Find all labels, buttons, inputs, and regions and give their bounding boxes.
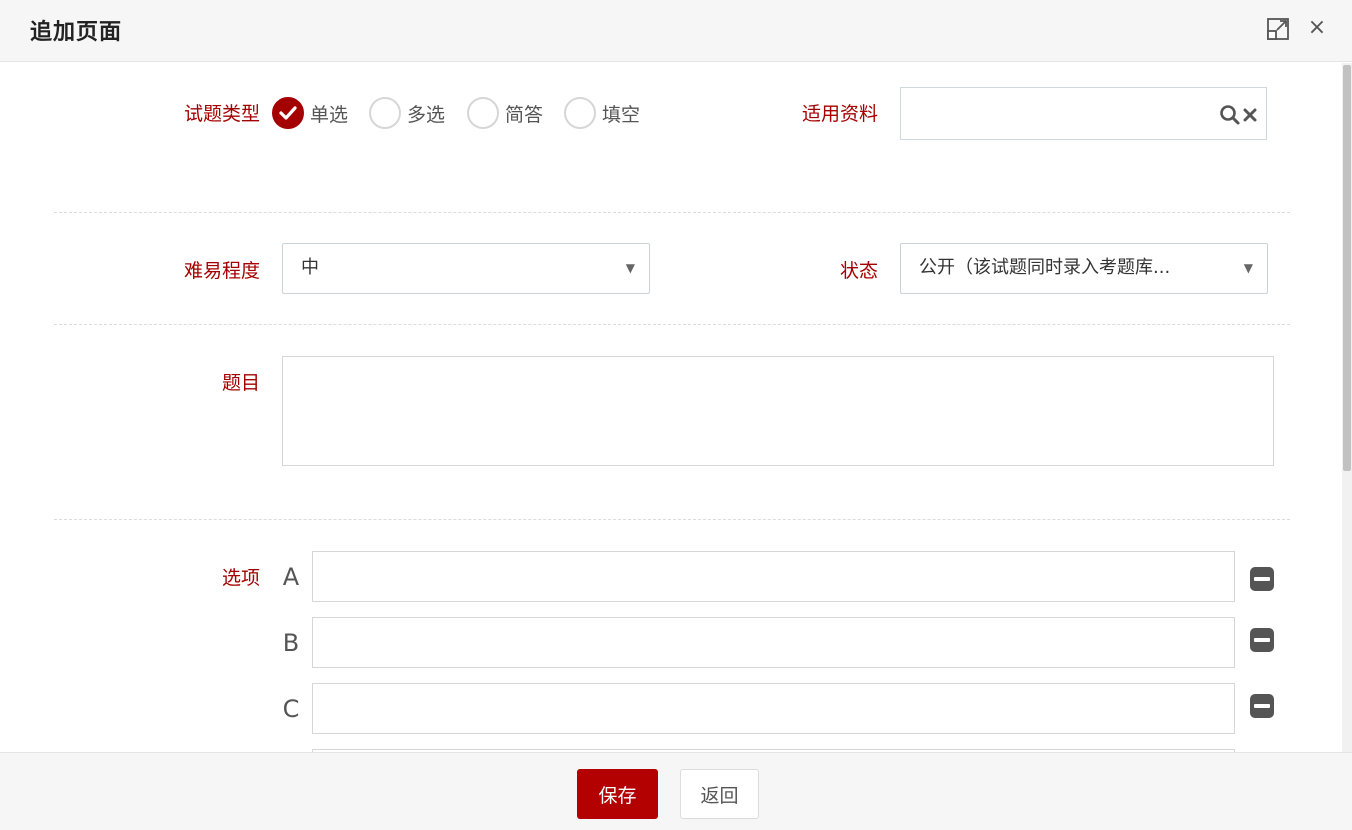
option-c-input[interactable] (312, 683, 1235, 734)
difficulty-value: 中 (301, 257, 319, 278)
radio-label: 简答 (505, 103, 544, 126)
status-label: 状态 (839, 260, 878, 282)
remove-option-a-icon[interactable] (1250, 567, 1274, 591)
dropdown-arrow-icon: ▼ (625, 261, 635, 275)
option-letter: B (282, 629, 300, 657)
radio-circle (369, 97, 401, 129)
difficulty-label: 难易程度 (183, 260, 260, 282)
material-label: 适用资料 (801, 103, 878, 125)
radio-fill-blank[interactable]: 填空 (564, 97, 640, 129)
row-divider (54, 324, 1290, 325)
dialog-header: 追加页面 × (0, 0, 1352, 62)
remove-option-c-icon[interactable] (1250, 694, 1274, 718)
dropdown-arrow-icon: ▼ (1243, 261, 1253, 275)
radio-multiple-choice[interactable]: 多选 (369, 97, 445, 129)
dialog-footer: 保存 返回 (0, 752, 1352, 830)
question-textarea[interactable] (282, 356, 1274, 466)
option-letter: C (282, 695, 300, 723)
radio-circle (564, 97, 596, 129)
search-icon[interactable] (1219, 104, 1241, 130)
content-scrollbar[interactable] (1342, 63, 1352, 752)
dialog-content: 试题类型 单选 多选 简答 填空 适用资料 难易程度 中 ▼ 状态 公开（该试题… (0, 63, 1342, 752)
status-select[interactable]: 公开（该试题同时录入考题库... ▼ (900, 243, 1268, 294)
clear-icon[interactable] (1243, 107, 1257, 126)
radio-circle (467, 97, 499, 129)
option-b-input[interactable] (312, 617, 1235, 668)
radio-label: 填空 (602, 103, 641, 126)
question-type-label: 试题类型 (183, 103, 260, 125)
options-label: 选项 (221, 567, 260, 589)
material-input[interactable] (900, 87, 1267, 140)
question-label: 题目 (221, 372, 260, 394)
remove-option-b-icon[interactable] (1250, 628, 1274, 652)
radio-label: 多选 (407, 103, 446, 126)
option-a-input[interactable] (312, 551, 1235, 602)
save-button[interactable]: 保存 (577, 769, 658, 819)
status-value: 公开（该试题同时录入考题库... (919, 257, 1171, 278)
radio-short-answer[interactable]: 简答 (467, 97, 543, 129)
check-icon (272, 97, 304, 129)
maximize-icon[interactable] (1266, 17, 1290, 41)
radio-single-choice[interactable]: 单选 (272, 97, 348, 129)
difficulty-select[interactable]: 中 ▼ (282, 243, 650, 294)
scrollbar-thumb[interactable] (1343, 65, 1351, 471)
row-divider (54, 212, 1290, 213)
row-divider (54, 519, 1290, 520)
dialog-title: 追加页面 (30, 20, 123, 45)
close-icon[interactable]: × (1306, 16, 1328, 40)
option-letter: A (282, 563, 300, 591)
back-button[interactable]: 返回 (680, 769, 759, 819)
add-page-dialog: 追加页面 × 试题类型 单选 多选 简答 填空 适用资料 难易程度 中 ▼ 状态… (0, 0, 1352, 830)
radio-label: 单选 (310, 103, 349, 126)
